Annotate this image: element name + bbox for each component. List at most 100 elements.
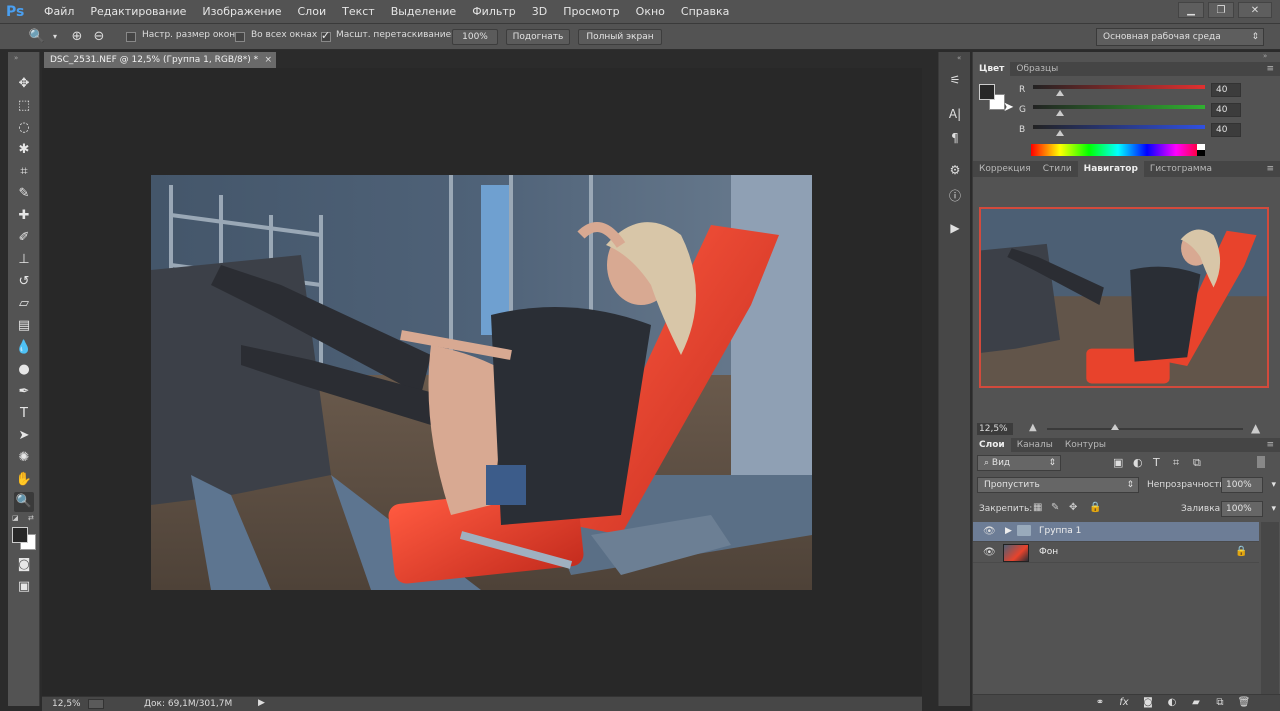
menu-item[interactable]: Окно	[628, 0, 673, 24]
new-layer-icon[interactable]: ⧉	[1213, 696, 1227, 710]
filter-adjustment-icon[interactable]: ◐	[1133, 456, 1143, 469]
filter-smart-object-icon[interactable]: ⧉	[1193, 456, 1201, 470]
dock-collapse-icon[interactable]: «	[957, 54, 961, 62]
status-zoom[interactable]: 12,5%	[52, 699, 81, 709]
tab-navigator[interactable]: Навигатор	[1077, 161, 1144, 177]
navigator-zoom-field[interactable]: 12,5%	[977, 423, 1013, 435]
lock-transparent-icon[interactable]: ▦	[1033, 502, 1042, 513]
quick-mask-icon[interactable]: ◙	[14, 555, 34, 575]
lock-position-icon[interactable]: ✥	[1069, 502, 1077, 513]
layers-scrollbar[interactable]	[1261, 522, 1279, 694]
layer-row-background[interactable]: 👁 Фон 🔒	[973, 543, 1259, 563]
delete-layer-icon[interactable]: 🗑	[1237, 696, 1251, 710]
channel-g-slider[interactable]	[1033, 105, 1205, 109]
path-selection-tool-icon[interactable]: ➤	[14, 426, 34, 446]
link-layers-icon[interactable]: ⚭	[1093, 696, 1107, 710]
crop-tool-icon[interactable]: ⌗	[14, 162, 34, 182]
menu-item[interactable]: Файл	[36, 0, 82, 24]
tab-styles[interactable]: Стили	[1037, 161, 1078, 177]
zoom-tool-icon[interactable]: 🔍	[14, 492, 34, 512]
document-image[interactable]	[151, 175, 812, 590]
navigator-zoom-out-icon[interactable]: ▲	[1029, 422, 1037, 433]
expand-group-icon[interactable]: ▶	[1005, 526, 1012, 536]
zoom-out-icon[interactable]: ⊖	[90, 28, 108, 46]
actions-panel-icon[interactable]: ▶	[945, 218, 965, 238]
tab-adjustments[interactable]: Коррекция	[973, 161, 1037, 177]
layer-name[interactable]: Группа 1	[1039, 526, 1081, 536]
channel-r-value[interactable]: 40	[1211, 83, 1241, 97]
tab-channels[interactable]: Каналы	[1011, 438, 1059, 452]
document-tab[interactable]: DSC_2531.NEF @ 12,5% (Группа 1, RGB/8*) …	[44, 52, 276, 68]
magic-wand-tool-icon[interactable]: ✱	[14, 140, 34, 160]
minimize-button[interactable]: ▁	[1178, 2, 1204, 18]
fit-screen-button[interactable]: Подогнать	[506, 29, 570, 45]
workspace-select[interactable]: Основная рабочая среда ⇕	[1096, 28, 1264, 46]
layer-mask-icon[interactable]: ◙	[1141, 696, 1155, 710]
tab-layers[interactable]: Слои	[973, 438, 1011, 452]
healing-brush-tool-icon[interactable]: ✚	[14, 206, 34, 226]
default-colors-icon[interactable]: ◪	[12, 514, 22, 522]
adjustment-layer-icon[interactable]: ◐	[1165, 696, 1179, 710]
color-panel-menu-icon[interactable]: ≡	[1266, 62, 1274, 76]
channel-r-slider[interactable]	[1033, 85, 1205, 89]
menu-item[interactable]: Текст	[334, 0, 383, 24]
layer-row-group-1[interactable]: 👁 ▶ Группа 1	[973, 522, 1259, 542]
menu-item[interactable]: Фильтр	[464, 0, 524, 24]
layer-name[interactable]: Фон	[1039, 547, 1058, 557]
hand-tool-icon[interactable]: ✋	[14, 470, 34, 490]
visibility-eye-icon[interactable]: 👁	[983, 547, 997, 559]
menu-item[interactable]: Справка	[673, 0, 737, 24]
blur-tool-icon[interactable]: 💧	[14, 338, 34, 358]
visibility-eye-icon[interactable]: 👁	[983, 526, 997, 538]
full-screen-button[interactable]: Полный экран	[578, 29, 662, 45]
filter-type-icon[interactable]: T	[1153, 456, 1160, 469]
layers-panel-menu-icon[interactable]: ≡	[1266, 438, 1274, 452]
screen-mode-icon[interactable]: ▣	[14, 577, 34, 597]
shape-tool-icon[interactable]: ✺	[14, 448, 34, 468]
foreground-color-swatch[interactable]	[12, 527, 28, 543]
gradient-tool-icon[interactable]: ▤	[14, 316, 34, 336]
panels-collapse-icon[interactable]: »	[1263, 52, 1267, 60]
zoom-100-button[interactable]: 100%	[452, 29, 498, 45]
restore-button[interactable]: ❐	[1208, 2, 1234, 18]
menu-item[interactable]: Просмотр	[555, 0, 627, 24]
status-preview-icon[interactable]	[88, 699, 104, 709]
paragraph-panel-icon[interactable]: ¶	[945, 128, 965, 148]
tab-histogram[interactable]: Гистограмма	[1144, 161, 1218, 177]
channel-b-slider[interactable]	[1033, 125, 1205, 129]
menu-item[interactable]: Выделение	[383, 0, 465, 24]
resize-windows-checkbox[interactable]	[126, 32, 136, 42]
menu-item[interactable]: 3D	[524, 0, 555, 24]
new-group-icon[interactable]: ▰	[1189, 696, 1203, 710]
all-windows-checkbox[interactable]	[235, 32, 245, 42]
type-tool-icon[interactable]: T	[14, 404, 34, 424]
move-tool-icon[interactable]: ✥	[14, 74, 34, 94]
tab-paths[interactable]: Контуры	[1059, 438, 1112, 452]
blend-mode-select[interactable]: Пропустить ⇕	[977, 477, 1139, 493]
pen-tool-icon[interactable]: ✒	[14, 382, 34, 402]
channel-g-thumb[interactable]	[1056, 110, 1064, 116]
black-white-ramp[interactable]	[1197, 144, 1205, 156]
close-button[interactable]: ✕	[1238, 2, 1272, 18]
opacity-field[interactable]: 100% ▾	[1221, 477, 1276, 493]
marquee-tool-icon[interactable]: ⬚	[14, 96, 34, 116]
menu-item[interactable]: Изображение	[194, 0, 289, 24]
swap-colors-icon[interactable]: ⇄	[28, 514, 38, 522]
dodge-tool-icon[interactable]: ●	[14, 360, 34, 380]
zoom-in-icon[interactable]: ⊕	[68, 28, 86, 46]
fill-arrow-icon[interactable]: ▾	[1271, 502, 1276, 516]
menu-item[interactable]: Слои	[290, 0, 335, 24]
channel-b-thumb[interactable]	[1056, 130, 1064, 136]
layer-style-icon[interactable]: fx	[1117, 696, 1131, 710]
close-document-icon[interactable]: ×	[264, 52, 272, 68]
eyedropper-tool-icon[interactable]: ✎	[14, 184, 34, 204]
channel-r-thumb[interactable]	[1056, 90, 1064, 96]
navigator-zoom-thumb[interactable]	[1111, 424, 1119, 430]
navigator-zoom-in-icon[interactable]: ▲	[1251, 421, 1260, 435]
tab-color[interactable]: Цвет	[973, 62, 1011, 76]
navigator-panel-menu-icon[interactable]: ≡	[1266, 162, 1274, 176]
properties-panel-icon[interactable]: ⚙	[945, 160, 965, 180]
history-panel-icon[interactable]: ⚟	[945, 70, 965, 90]
eraser-tool-icon[interactable]: ▱	[14, 294, 34, 314]
toolbox-collapse-icon[interactable]: »	[14, 54, 34, 62]
